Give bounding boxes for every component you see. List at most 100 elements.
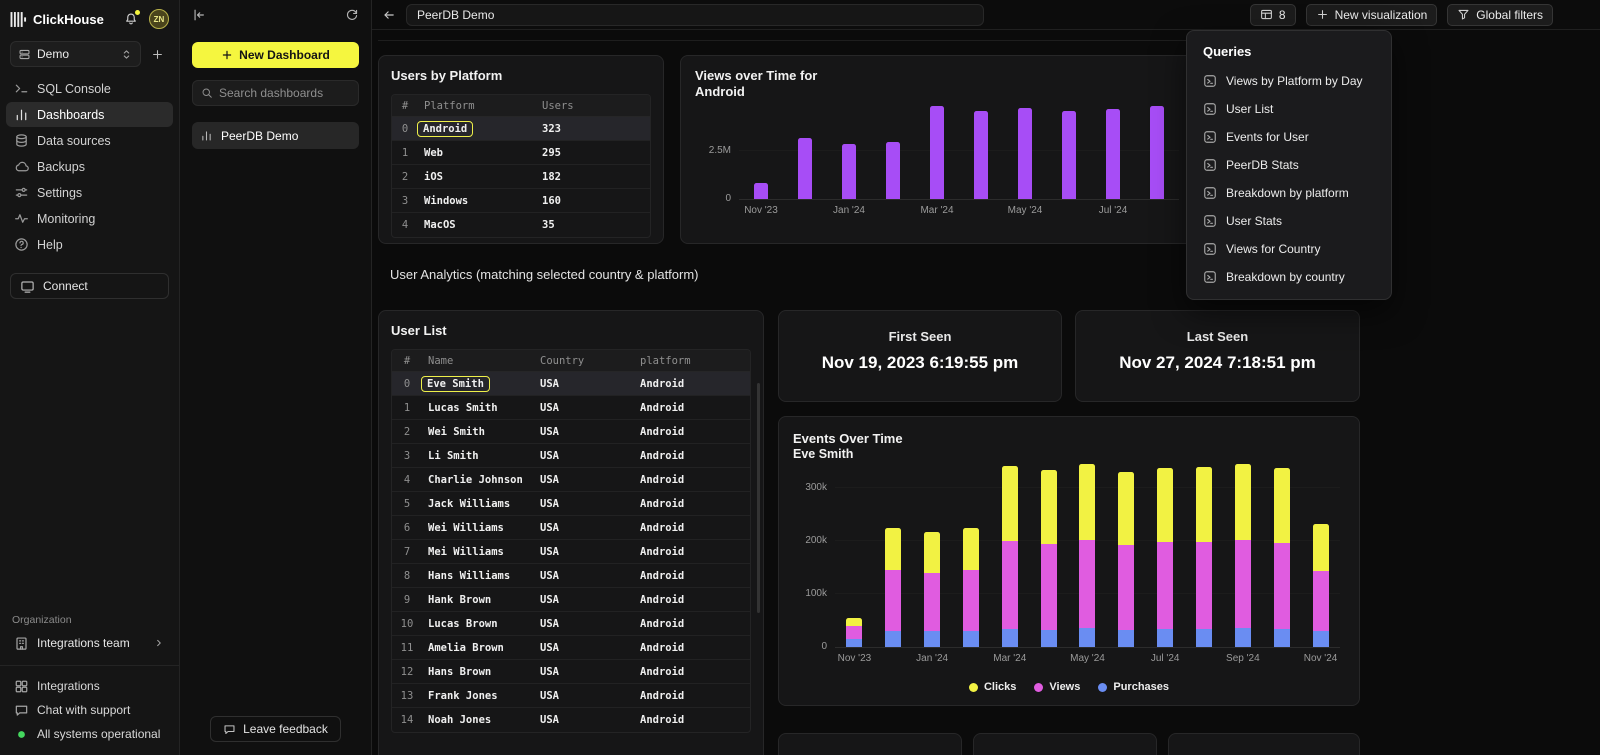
avatar[interactable]: ZN [149,9,169,29]
footer-item-all-systems-operational[interactable]: All systems operational [6,722,173,746]
bar-may-24[interactable] [1018,108,1032,199]
bar-jun-24[interactable] [1118,472,1134,647]
notifications-bell-icon[interactable] [124,12,138,26]
queries-count-button[interactable]: 8 [1250,4,1296,26]
bar-slot [871,98,915,199]
table-row[interactable]: 13Frank JonesUSAAndroid [392,684,750,708]
clickhouse-logo-icon[interactable] [10,11,27,28]
sidebar-item-sql-console[interactable]: SQL Console [6,76,173,101]
query-item-breakdown-by-platform[interactable]: Breakdown by platform [1187,179,1391,207]
bar-aug-24[interactable] [1150,106,1164,199]
bar-nov-23[interactable] [754,183,768,199]
bar-jun-24[interactable] [1062,111,1076,199]
sidebar-item-data-sources[interactable]: Data sources [6,128,173,153]
name-cell: Mei Williams [422,546,534,558]
name-cell: Lucas Smith [422,402,534,414]
bar-nov-23[interactable] [846,618,862,647]
query-item-peerdb-stats[interactable]: PeerDB Stats [1187,151,1391,179]
segment-views [1157,542,1173,628]
table-row[interactable]: 3Windows160 [392,189,650,213]
table-row[interactable]: 1Lucas SmithUSAAndroid [392,396,750,420]
leave-feedback-button[interactable]: Leave feedback [210,716,341,742]
query-item-events-for-user[interactable]: Events for User [1187,123,1391,151]
footer-item-chat-with-support[interactable]: Chat with support [6,698,173,722]
bar-mar-24[interactable] [1002,466,1018,647]
table-row[interactable]: 11Amelia BrownUSAAndroid [392,636,750,660]
country-cell: USA [534,690,634,702]
bar-sep-24[interactable] [1235,464,1251,647]
table-row[interactable]: 6Wei WilliamsUSAAndroid [392,516,750,540]
table-row[interactable]: 4MacOS35 [392,213,650,237]
dashboard-item-peerdb-demo[interactable]: PeerDB Demo [192,122,359,149]
legend-item-purchases[interactable]: Purchases [1098,681,1169,693]
scrollbar-thumb[interactable] [757,383,760,613]
refresh-icon[interactable] [345,8,359,22]
bar-dec-23[interactable] [798,138,812,199]
bar-jan-24[interactable] [924,532,940,647]
sidebar-item-monitoring[interactable]: Monitoring [6,206,173,231]
sidebar-item-integrations-team[interactable]: Integrations team [6,630,173,656]
query-item-user-list[interactable]: User List [1187,95,1391,123]
sidebar-item-backups[interactable]: Backups [6,154,173,179]
query-item-user-stats[interactable]: User Stats [1187,207,1391,235]
chart-plot: 300k200k100k0Nov '23Jan '24Mar '24May '2… [835,456,1340,648]
bar-aug-24[interactable] [1196,467,1212,647]
bar-slot: May '24 [1003,98,1047,199]
table-row[interactable]: 2Wei SmithUSAAndroid [392,420,750,444]
bar-apr-24[interactable] [974,111,988,199]
bar-oct-24[interactable] [1274,468,1290,647]
bar-may-24[interactable] [1079,464,1095,647]
add-service-button[interactable] [145,42,169,66]
bar-apr-24[interactable] [1041,470,1057,647]
global-filters-button[interactable]: Global filters [1447,4,1553,26]
bar-dec-23[interactable] [885,528,901,647]
query-icon [1203,130,1217,144]
bar-mar-24[interactable] [930,106,944,199]
table-row[interactable]: 9Hank BrownUSAAndroid [392,588,750,612]
sidebar-item-help[interactable]: Help [6,232,173,257]
search-input[interactable] [219,86,350,100]
table-row[interactable]: 3Li SmithUSAAndroid [392,444,750,468]
bar-feb-24[interactable] [886,142,900,199]
chart-legend: Clicks Views Purchases [779,681,1359,693]
query-item-views-by-platform-by-day[interactable]: Views by Platform by Day [1187,67,1391,95]
sidebar-item-settings[interactable]: Settings [6,180,173,205]
table-row[interactable]: 10Lucas BrownUSAAndroid [392,612,750,636]
dashboard-search[interactable] [192,80,359,106]
bar-nov-24[interactable] [1313,524,1329,647]
table-row[interactable]: 12Hans BrownUSAAndroid [392,660,750,684]
bar-jul-24[interactable] [1157,468,1173,647]
footer-item-integrations[interactable]: Integrations [6,674,173,698]
new-visualization-button[interactable]: New visualization [1306,4,1438,26]
table-row[interactable]: 5Jack WilliamsUSAAndroid [392,492,750,516]
bar-feb-24[interactable] [963,528,979,647]
segment-purchases [885,631,901,647]
connect-button[interactable]: Connect [10,273,169,299]
bar-jan-24[interactable] [842,144,856,199]
new-dashboard-button[interactable]: New Dashboard [192,42,359,68]
dashboard-title-input[interactable] [406,4,984,26]
bar-jul-24[interactable] [1106,109,1120,199]
table-row[interactable]: 0Eve SmithUSAAndroid [392,372,750,396]
table-row[interactable]: 7Mei WilliamsUSAAndroid [392,540,750,564]
queries-menu-title: Queries [1187,31,1391,67]
table-row[interactable]: 2iOS182 [392,165,650,189]
team-label: Integrations team [37,636,130,650]
back-button[interactable] [382,8,396,22]
table-row[interactable]: 14Noah JonesUSAAndroid [392,708,750,732]
table-row[interactable]: 1Web295 [392,141,650,165]
x-axis-label: May '24 [1070,653,1105,664]
legend-item-clicks[interactable]: Clicks [969,681,1016,693]
table-row[interactable]: 0Android323 [392,117,650,141]
query-item-label: Breakdown by platform [1226,186,1349,200]
collapse-panel-icon[interactable] [192,8,206,22]
help-icon [14,237,29,252]
segment-clicks [846,618,862,626]
query-item-views-for-country[interactable]: Views for Country [1187,235,1391,263]
sidebar-item-dashboards[interactable]: Dashboards [6,102,173,127]
legend-item-views[interactable]: Views [1034,681,1080,693]
query-item-breakdown-by-country[interactable]: Breakdown by country [1187,263,1391,291]
table-row[interactable]: 4Charlie JohnsonUSAAndroid [392,468,750,492]
workspace-select[interactable]: Demo [10,41,141,67]
table-row[interactable]: 8Hans WilliamsUSAAndroid [392,564,750,588]
